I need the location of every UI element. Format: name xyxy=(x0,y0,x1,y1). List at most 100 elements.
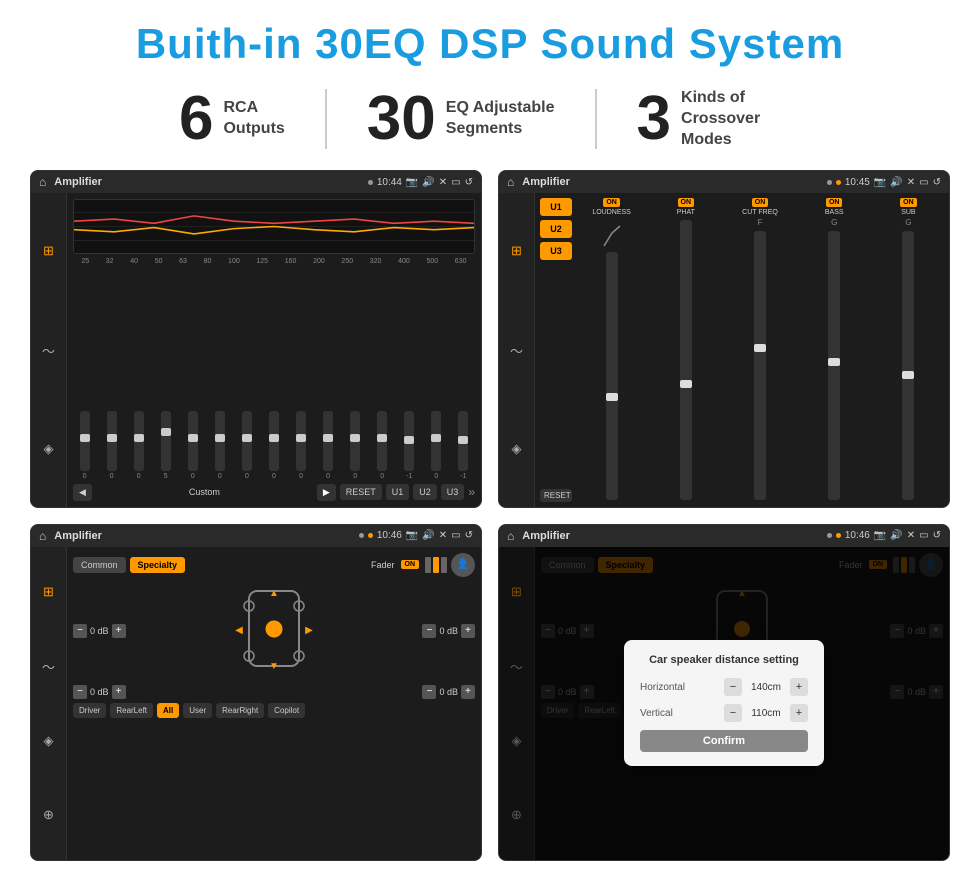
eq-prev-btn[interactable]: ◀ xyxy=(73,484,92,501)
u1-preset[interactable]: U1 xyxy=(540,198,572,216)
loudness-graph xyxy=(602,218,622,248)
cutfreq-label: CUT FREQ xyxy=(742,209,778,216)
screen2-title: Amplifier xyxy=(522,176,819,188)
sidebar-3: ⊞ 〜 ◈ ⊕ xyxy=(31,547,67,860)
spk-main: Common Specialty Fader ON 👤 xyxy=(67,547,481,860)
back-icon-4: ↺ xyxy=(933,530,941,541)
amp2-loudness: ON LOUDNESS xyxy=(576,198,647,501)
rr-minus[interactable]: − xyxy=(422,685,436,699)
cutfreq-slider[interactable] xyxy=(754,231,766,499)
sidebar-layout-icon-3[interactable]: ⊕ xyxy=(37,803,61,827)
sub-slider[interactable] xyxy=(902,231,914,499)
status-icons-4: 10:46 📷 🔊 ✕ ▭ ↺ xyxy=(827,530,941,541)
screen1-content: ⊞ 〜 ◈ xyxy=(31,193,481,506)
u3-preset[interactable]: U3 xyxy=(540,242,572,260)
volume-icon-2: 🔊 xyxy=(890,177,902,188)
rr-plus[interactable]: + xyxy=(461,685,475,699)
x-icon-1: ✕ xyxy=(439,177,447,188)
rear-right-btn[interactable]: RearRight xyxy=(216,703,264,718)
status-icons-3: 10:46 📷 🔊 ✕ ▭ ↺ xyxy=(359,530,473,541)
rl-plus[interactable]: + xyxy=(112,685,126,699)
cutfreq-on[interactable]: ON xyxy=(752,198,769,207)
vertical-minus[interactable]: − xyxy=(724,704,742,722)
rear-left-btn[interactable]: RearLeft xyxy=(110,703,153,718)
screen-spk-dialog: ⌂ Amplifier 10:46 📷 🔊 ✕ ▭ ↺ ⊞ 〜 ◈ xyxy=(498,524,950,861)
dot-3b xyxy=(368,533,373,538)
camera-icon-1: 📷 xyxy=(406,177,418,188)
vertical-plus[interactable]: + xyxy=(790,704,808,722)
eq-slider-2: 0 xyxy=(134,411,144,480)
screen-eq: ⌂ Amplifier 10:44 📷 🔊 ✕ ▭ ↺ ⊞ 〜 ◈ xyxy=(30,170,482,507)
eq-slider-13: 0 xyxy=(431,411,441,480)
u2-preset[interactable]: U2 xyxy=(540,220,572,238)
eq-reset-btn[interactable]: RESET xyxy=(340,484,382,500)
all-btn[interactable]: All xyxy=(157,703,179,718)
dialog-overlay: Car speaker distance setting Horizontal … xyxy=(499,547,949,860)
sidebar-wave-icon[interactable]: 〜 xyxy=(37,338,61,362)
eq-slider-14: -1 xyxy=(458,411,468,480)
spk-tab-common[interactable]: Common xyxy=(73,557,126,573)
bass-label: BASS xyxy=(825,209,844,216)
eq-slider-9: 0 xyxy=(323,411,333,480)
screen-spk: ⌂ Amplifier 10:46 📷 🔊 ✕ ▭ ↺ ⊞ 〜 ◈ xyxy=(30,524,482,861)
svg-text:▶: ▶ xyxy=(305,625,313,636)
horizontal-minus[interactable]: − xyxy=(724,678,742,696)
sub-label: SUB xyxy=(901,209,915,216)
sub-on[interactable]: ON xyxy=(900,198,917,207)
sidebar-speaker-icon-3[interactable]: ◈ xyxy=(37,729,61,753)
status-bar-1: ⌂ Amplifier 10:44 📷 🔊 ✕ ▭ ↺ xyxy=(31,171,481,193)
page-title: Buith-in 30EQ DSP Sound System xyxy=(136,20,844,68)
fader-on-badge[interactable]: ON xyxy=(401,560,420,569)
fl-plus[interactable]: + xyxy=(112,624,126,638)
eq-arrows: » xyxy=(468,485,475,499)
bass-on[interactable]: ON xyxy=(826,198,843,207)
loudness-on[interactable]: ON xyxy=(603,198,620,207)
vertical-value: 110cm xyxy=(746,708,786,719)
copilot-btn[interactable]: Copilot xyxy=(268,703,305,718)
home-icon-4: ⌂ xyxy=(507,529,514,543)
confirm-button[interactable]: Confirm xyxy=(640,730,808,752)
sidebar-speaker-icon-2[interactable]: ◈ xyxy=(505,437,529,461)
phat-on[interactable]: ON xyxy=(678,198,695,207)
status-bar-3: ⌂ Amplifier 10:46 📷 🔊 ✕ ▭ ↺ xyxy=(31,525,481,547)
back-icon-3: ↺ xyxy=(465,530,473,541)
eq-u3-btn[interactable]: U3 xyxy=(441,484,465,500)
sidebar-wave-icon-2[interactable]: 〜 xyxy=(505,338,529,362)
sidebar-speaker-icon[interactable]: ◈ xyxy=(37,437,61,461)
spk-tab-specialty[interactable]: Specialty xyxy=(130,557,186,573)
sidebar-2: ⊞ 〜 ◈ xyxy=(499,193,535,506)
amp2-reset[interactable]: RESET xyxy=(540,489,572,502)
bass-slider[interactable] xyxy=(828,231,840,499)
sidebar-eq-icon-3[interactable]: ⊞ xyxy=(37,580,61,604)
sidebar-eq-icon[interactable]: ⊞ xyxy=(37,239,61,263)
sidebar-eq-icon-2[interactable]: ⊞ xyxy=(505,239,529,263)
eq-preset-label: Custom xyxy=(96,487,313,497)
fader-icon[interactable]: 👤 xyxy=(451,553,475,577)
eq-u1-btn[interactable]: U1 xyxy=(386,484,410,500)
dot-2b xyxy=(836,180,841,185)
phat-slider[interactable] xyxy=(680,220,692,499)
amp2-controls: ON LOUDNESS ON PHAT xyxy=(576,198,944,501)
sidebar-wave-icon-3[interactable]: 〜 xyxy=(37,654,61,678)
user-btn[interactable]: User xyxy=(183,703,212,718)
fr-minus[interactable]: − xyxy=(422,624,436,638)
amp2-phat: ON PHAT xyxy=(650,198,721,501)
eq-play-btn[interactable]: ▶ xyxy=(317,484,336,501)
volume-icon-3: 🔊 xyxy=(422,530,434,541)
spk-bottom-row: Driver RearLeft All User RearRight Copil… xyxy=(73,703,475,718)
driver-btn[interactable]: Driver xyxy=(73,703,106,718)
fl-minus[interactable]: − xyxy=(73,624,87,638)
horizontal-plus[interactable]: + xyxy=(790,678,808,696)
fader-sliders xyxy=(425,557,447,573)
screen4-content: ⊞ 〜 ◈ ⊕ Common Specialty Fader ON xyxy=(499,547,949,860)
loudness-slider[interactable] xyxy=(606,252,618,499)
stats-row: 6 RCAOutputs 30 EQ AdjustableSegments 3 … xyxy=(30,88,950,150)
eq-u2-btn[interactable]: U2 xyxy=(413,484,437,500)
rl-minus[interactable]: − xyxy=(73,685,87,699)
fr-db: 0 dB xyxy=(439,626,458,636)
spk-levels-2: − 0 dB + − 0 dB + xyxy=(73,685,475,699)
camera-icon-2: 📷 xyxy=(874,177,886,188)
fr-plus[interactable]: + xyxy=(461,624,475,638)
home-icon-3: ⌂ xyxy=(39,529,46,543)
dialog-title: Car speaker distance setting xyxy=(640,654,808,666)
